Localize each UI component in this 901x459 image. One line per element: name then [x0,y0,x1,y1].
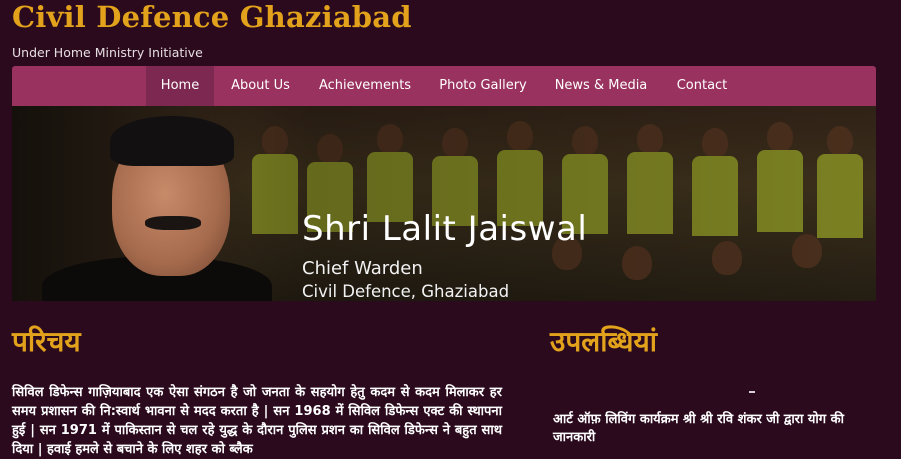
banner-name: Shri Lalit Jaiswal [302,209,588,249]
nav-about-us[interactable]: About Us [224,66,297,106]
intro-heading: परिचय [12,325,81,358]
nav-contact[interactable]: Contact [668,66,736,106]
site-subtitle: Under Home Ministry Initiative [12,45,203,60]
nav-achievements[interactable]: Achievements [314,66,416,106]
site-title[interactable]: Civil Defence Ghaziabad [12,0,412,34]
banner-org: Civil Defence, Ghaziabad [302,282,510,301]
banner-role: Chief Warden [302,258,423,279]
main-navbar: Home About Us Achievements Photo Gallery… [12,66,876,106]
carousel-indicator[interactable] [749,391,755,393]
nav-home[interactable]: Home [146,66,214,106]
achievements-heading: उपलब्धियां [550,325,657,358]
nav-news-media[interactable]: News & Media [550,66,652,106]
nav-photo-gallery[interactable]: Photo Gallery [433,66,533,106]
achievement-item[interactable]: आर्ट ऑफ़ लिविंग कार्यक्रम श्री श्री रवि … [553,411,863,447]
intro-text: सिविल डिफेन्स गाज़ियाबाद एक ऐसा संगठन है… [12,385,502,457]
hero-banner: Shri Lalit Jaiswal Chief Warden Civil De… [12,106,876,301]
